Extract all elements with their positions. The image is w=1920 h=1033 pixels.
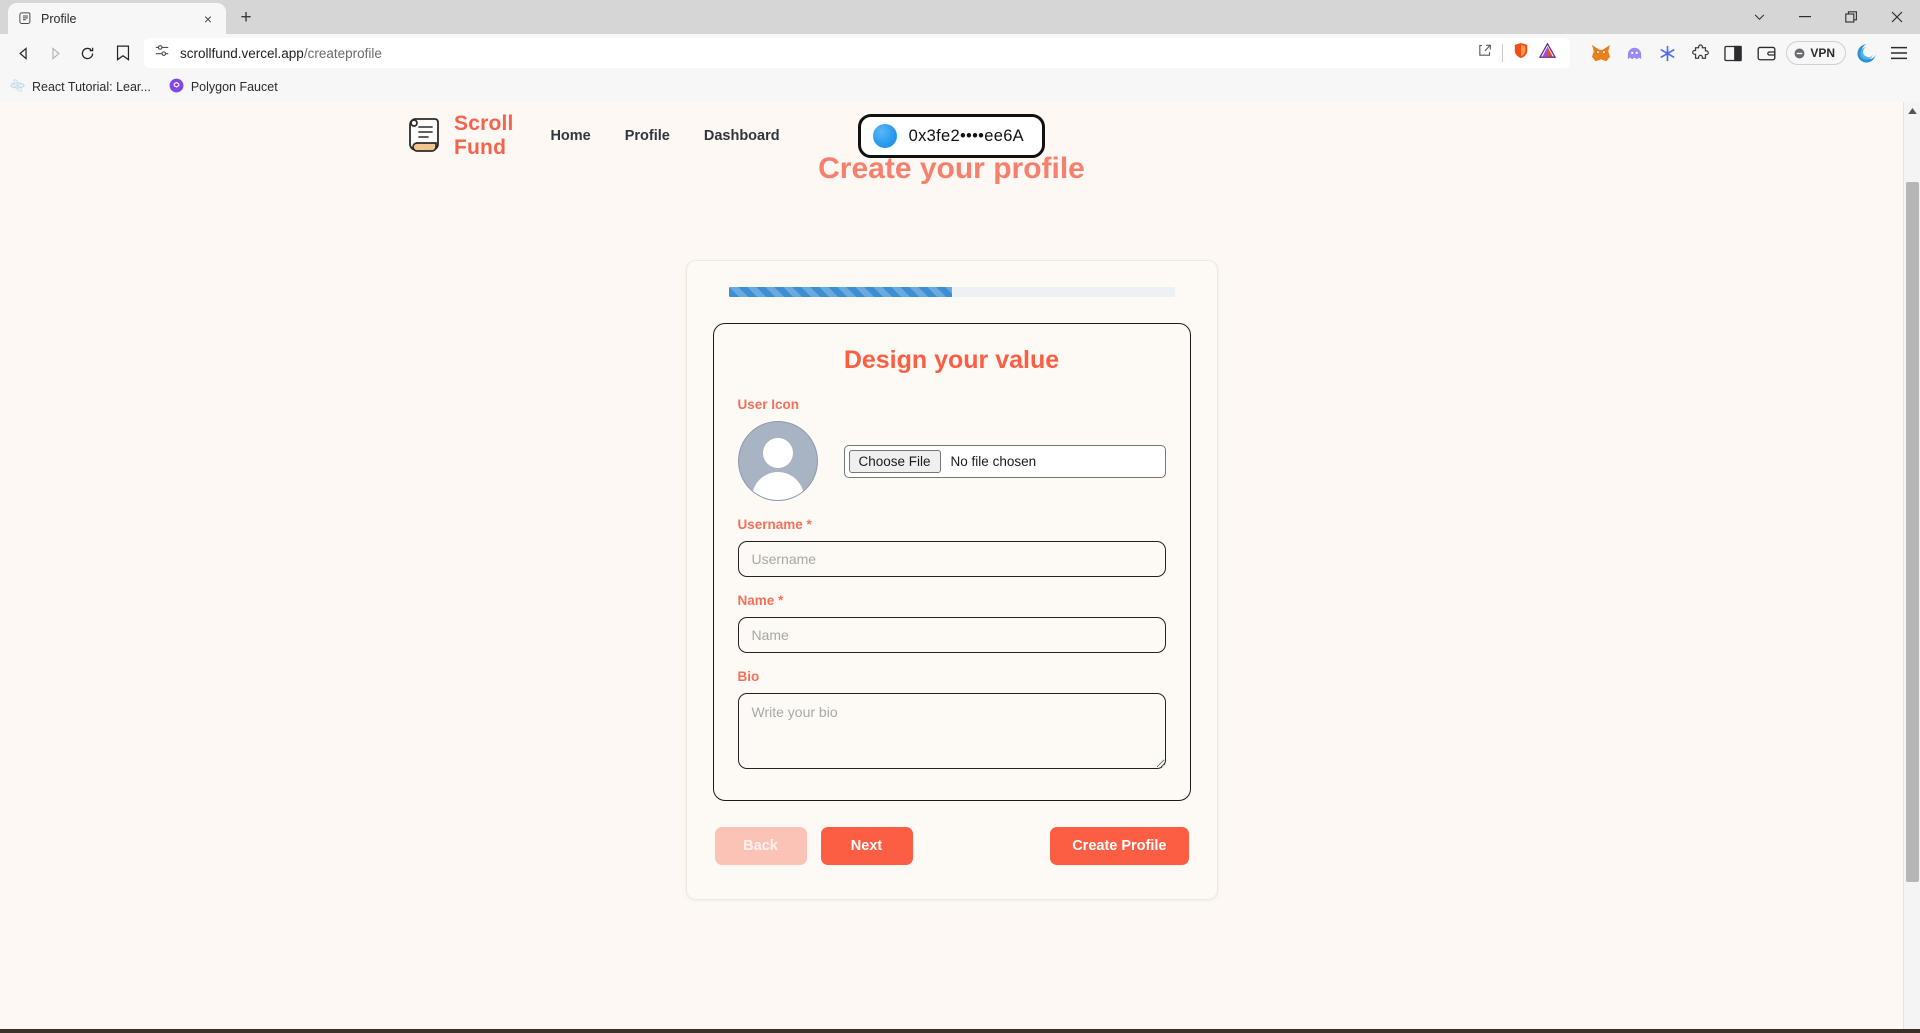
window-controls xyxy=(1736,0,1920,34)
wizard-actions: Back Next Create Profile xyxy=(713,827,1191,865)
hamburger-menu-icon[interactable] xyxy=(1886,40,1912,66)
file-status-text: No file chosen xyxy=(950,453,1037,469)
scroll-icon xyxy=(408,117,442,155)
avatar-row: Choose File No file chosen xyxy=(737,421,1166,501)
back-button[interactable]: Back xyxy=(714,827,807,865)
page-footer-strip xyxy=(0,1029,1920,1033)
brave-profile-icon[interactable] xyxy=(1853,40,1879,66)
back-button[interactable] xyxy=(8,38,38,68)
browser-titlebar: Profile × + xyxy=(0,0,1920,34)
name-label: Name * xyxy=(737,593,784,608)
vpn-label: VPN xyxy=(1810,46,1835,60)
extension-icons: VPN xyxy=(1578,40,1912,66)
choose-file-button[interactable]: Choose File xyxy=(848,449,941,473)
brand[interactable]: Scroll Fund xyxy=(408,112,550,160)
wizard-step-card: Design your value User Icon Choose File … xyxy=(712,323,1191,801)
nav-link-profile[interactable]: Profile xyxy=(625,128,670,144)
progress-bar xyxy=(728,287,1175,297)
wallet-icon[interactable] xyxy=(1753,40,1779,66)
create-profile-button[interactable]: Create Profile xyxy=(1050,827,1189,865)
url-input[interactable]: scrollfund.vercel.app/createprofile xyxy=(144,38,1571,68)
default-user-avatar-icon xyxy=(737,421,818,501)
username-label: Username * xyxy=(737,517,812,532)
field-user-icon: User Icon Choose File No file chosen xyxy=(737,397,1166,501)
step-title: Design your value xyxy=(843,346,1060,374)
brave-shield-icon[interactable] xyxy=(1513,42,1529,64)
polygon-favicon xyxy=(169,78,184,96)
bookmark-react-tutorial[interactable]: React Tutorial: Lear... xyxy=(10,79,151,95)
field-username: Username * xyxy=(737,517,1166,577)
user-icon-label: User Icon xyxy=(737,397,800,412)
nav-link-dashboard[interactable]: Dashboard xyxy=(704,128,780,144)
snowflake-icon[interactable] xyxy=(1654,40,1680,66)
bookmark-label: React Tutorial: Lear... xyxy=(32,80,151,94)
next-button[interactable]: Next xyxy=(820,827,913,865)
bio-label: Bio xyxy=(737,669,760,684)
url-bar-actions xyxy=(1477,42,1560,64)
react-favicon xyxy=(10,79,25,95)
site-header: Scroll Fund Home Profile Dashboard 0x3fe… xyxy=(0,102,1903,170)
maximize-button[interactable] xyxy=(1828,0,1874,34)
page-scrollbar[interactable] xyxy=(1903,102,1920,1029)
field-bio: Bio xyxy=(737,669,1166,774)
url-text: scrollfund.vercel.app/createprofile xyxy=(180,45,382,61)
wallet-blob-icon xyxy=(872,124,897,148)
name-input[interactable] xyxy=(737,617,1166,653)
avatar-body xyxy=(751,472,804,500)
wallet-button[interactable]: 0x3fe2••••ee6A xyxy=(857,114,1045,158)
forward-button[interactable] xyxy=(40,38,70,68)
new-tab-button[interactable]: + xyxy=(232,4,260,32)
share-icon[interactable] xyxy=(1477,43,1492,63)
tab-favicon-scroll-icon xyxy=(17,11,33,27)
toolbar-divider xyxy=(1502,44,1504,62)
brave-rewards-icon[interactable] xyxy=(1539,42,1557,63)
metamask-icon[interactable] xyxy=(1588,40,1614,66)
vpn-status-dot xyxy=(1794,48,1805,58)
web-page: Scroll Fund Home Profile Dashboard 0x3fe… xyxy=(0,102,1903,1029)
close-button[interactable] xyxy=(1874,0,1920,34)
username-input[interactable] xyxy=(737,541,1166,577)
browser-window: Profile × + scrollfund.vercel.app/create… xyxy=(0,0,1920,1033)
site-settings-icon[interactable] xyxy=(154,43,170,64)
reload-button[interactable] xyxy=(72,38,102,68)
url-path: /createprofile xyxy=(303,45,382,61)
browser-tab[interactable]: Profile × xyxy=(8,3,226,34)
phantom-wallet-icon[interactable] xyxy=(1621,40,1647,66)
tab-search-button[interactable] xyxy=(1736,0,1782,34)
scrollbar-thumb[interactable] xyxy=(1906,182,1919,882)
field-name: Name * xyxy=(737,593,1166,653)
nav-link-home[interactable]: Home xyxy=(550,128,590,144)
progress-bar-fill xyxy=(728,287,952,297)
profile-wizard-card: Design your value User Icon Choose File … xyxy=(685,260,1218,900)
wallet-address: 0x3fe2••••ee6A xyxy=(908,126,1024,145)
bio-input[interactable] xyxy=(737,693,1166,769)
browser-toolbar: scrollfund.vercel.app/createprofile VPN xyxy=(0,34,1920,72)
vpn-button[interactable]: VPN xyxy=(1786,41,1846,65)
tab-title: Profile xyxy=(41,11,77,26)
bookmark-polygon-faucet[interactable]: Polygon Faucet xyxy=(169,78,278,96)
sidebar-icon[interactable] xyxy=(1720,40,1746,66)
bookmark-icon[interactable] xyxy=(110,40,136,66)
minimize-button[interactable] xyxy=(1782,0,1828,34)
brand-name: Scroll Fund xyxy=(454,112,514,159)
puzzle-extensions-icon[interactable] xyxy=(1687,40,1713,66)
url-bar-area: scrollfund.vercel.app/createprofile xyxy=(104,38,1576,68)
bookmarks-bar: React Tutorial: Lear... Polygon Faucet xyxy=(0,72,1920,102)
bookmark-label: Polygon Faucet xyxy=(190,80,278,94)
user-icon-file-input[interactable]: Choose File No file chosen xyxy=(843,444,1166,478)
site-nav: Home Profile Dashboard 0x3fe2••••ee6A xyxy=(550,114,1903,158)
tab-close-icon[interactable]: × xyxy=(199,10,217,28)
avatar-head xyxy=(762,438,793,468)
page-viewport: Scroll Fund Home Profile Dashboard 0x3fe… xyxy=(0,102,1920,1029)
scroll-up-arrow[interactable] xyxy=(1904,102,1920,119)
